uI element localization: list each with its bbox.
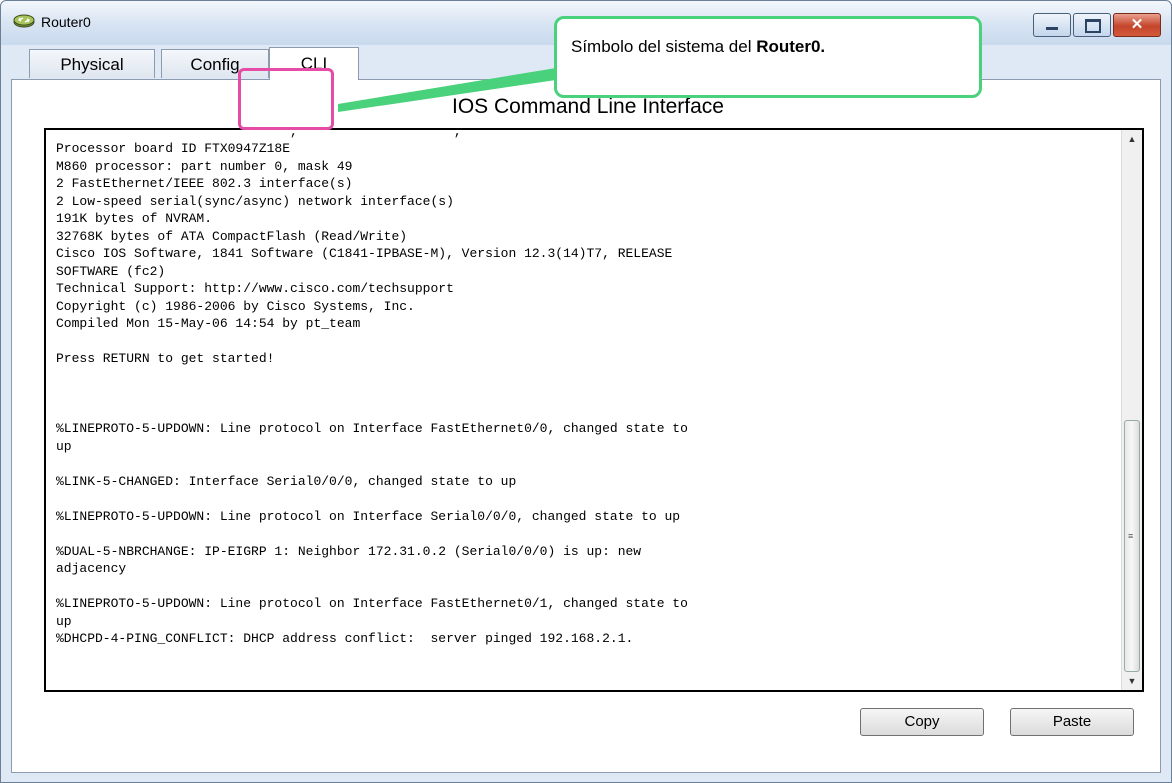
terminal-line: Technical Support: http://www.cisco.com/… xyxy=(56,281,454,296)
cli-terminal[interactable]: , , Processor board ID FTX0947Z18E M860 p… xyxy=(44,124,1144,692)
cli-title: IOS Command Line Interface xyxy=(452,95,724,118)
terminal-line: SOFTWARE (fc2) xyxy=(56,263,166,279)
maximize-icon xyxy=(1085,19,1101,33)
terminal-line: %LINEPROTO-5-UPDOWN: Line protocol on In… xyxy=(56,508,681,524)
scroll-up-icon[interactable]: ▲ xyxy=(1122,130,1142,148)
tab-physical[interactable]: Physical xyxy=(29,49,155,78)
scroll-thumb[interactable]: ≡ xyxy=(1124,420,1140,672)
terminal-line: %LINK-5-CHANGED: Interface Serial0/0/0, … xyxy=(56,473,517,489)
cli-panel: IOS Command Line Interface , , Processor… xyxy=(11,79,1161,773)
copy-button[interactable]: Copy xyxy=(860,708,984,736)
terminal-line: Press RETURN to get started! xyxy=(56,351,275,366)
terminal-line: %LINEPROTO-5-UPDOWN: Line protocol on In… xyxy=(56,421,688,436)
terminal-line: up xyxy=(56,438,72,454)
highlight-box xyxy=(238,68,334,130)
terminal-line: 32768K bytes of ATA CompactFlash (Read/W… xyxy=(56,228,408,244)
close-button[interactable]: ✕ xyxy=(1113,13,1161,37)
terminal-line: %DHCPD-4-PING_CONFLICT: DHCP address con… xyxy=(56,631,634,646)
terminal-output[interactable]: Processor board ID FTX0947Z18E M860 proce… xyxy=(56,140,1106,680)
terminal-line: 2 Low-speed serial(sync/async) network i… xyxy=(56,193,454,209)
terminal-line: Cisco IOS Software, 1841 Software (C1841… xyxy=(56,246,673,261)
annotation-callout: Símbolo del sistema del Router0. xyxy=(554,16,982,98)
callout-text-prefix: Símbolo del sistema del xyxy=(571,37,757,56)
window-controls: ✕ xyxy=(1031,13,1161,37)
terminal-line: %LINEPROTO-5-UPDOWN: Line protocol on In… xyxy=(56,596,688,611)
minimize-icon xyxy=(1046,27,1058,30)
terminal-line: up xyxy=(56,613,72,629)
terminal-line: 2 FastEthernet/IEEE 802.3 interface(s) xyxy=(56,176,353,191)
terminal-line: Processor board ID FTX0947Z18E xyxy=(56,141,291,156)
callout-text: Símbolo del sistema del Router0. xyxy=(571,37,825,57)
terminal-line: M860 processor: part number 0, mask 49 xyxy=(56,158,353,174)
terminal-line: Compiled Mon 15-May-06 14:54 by pt_team xyxy=(56,316,361,331)
router0-window: Router0 ✕ Physical Config CLI IOS Comman… xyxy=(0,0,1172,783)
callout-text-bold: Router0. xyxy=(756,37,826,56)
grip-icon: ≡ xyxy=(1128,531,1134,541)
vertical-scrollbar[interactable]: ▲ ≡ ▼ xyxy=(1121,130,1142,690)
minimize-button[interactable] xyxy=(1033,13,1071,37)
close-icon: ✕ xyxy=(1130,16,1144,33)
router-icon xyxy=(13,14,35,28)
terminal-line: 191K bytes of NVRAM. xyxy=(56,211,213,226)
scroll-down-icon[interactable]: ▼ xyxy=(1122,672,1142,690)
window-title: Router0 xyxy=(41,14,91,30)
maximize-button[interactable] xyxy=(1073,13,1111,37)
terminal-line: adjacency xyxy=(56,561,127,576)
paste-button[interactable]: Paste xyxy=(1010,708,1134,736)
terminal-line: %DUAL-5-NBRCHANGE: IP-EIGRP 1: Neighbor … xyxy=(56,543,642,559)
terminal-line: Copyright (c) 1986-2006 by Cisco Systems… xyxy=(56,298,415,314)
